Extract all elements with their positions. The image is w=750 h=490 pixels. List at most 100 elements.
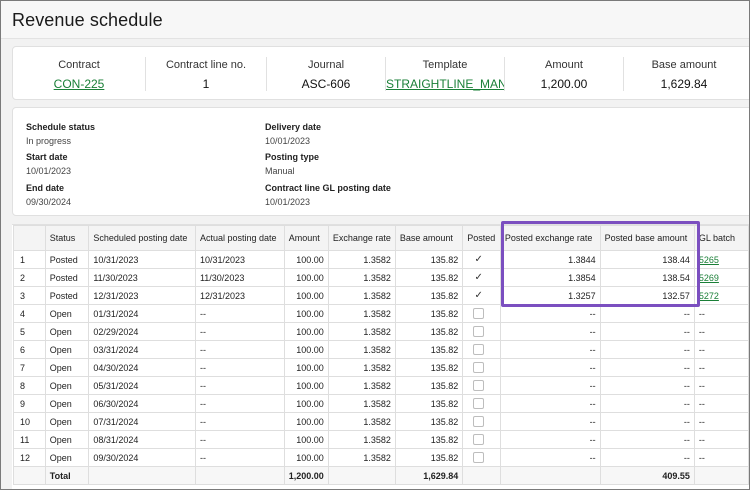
- summary-contract-line: Contract line no. 1: [146, 47, 266, 101]
- contract-line-value: 1: [202, 77, 210, 91]
- scheduled-posting-date-cell: 01/31/2024: [88, 304, 196, 323]
- total-empty: [462, 466, 501, 485]
- table-row[interactable]: 7 Open 04/30/2024 -- 100.00 1.3582 135.82 -- -- -…: [13, 358, 749, 377]
- exchange-rate-cell: 1.3582: [327, 430, 396, 449]
- posted-exchange-rate-cell: --: [499, 340, 601, 359]
- row-index: 3: [13, 286, 46, 305]
- gl-batch-cell: --: [693, 412, 749, 431]
- posted-checkbox[interactable]: [473, 416, 485, 428]
- gl-batch-cell: 5265: [693, 250, 749, 269]
- column-header-amount[interactable]: Amount: [283, 225, 329, 251]
- row-index: 2: [13, 268, 46, 287]
- details-card: Schedule status In progress Start date 1…: [12, 107, 749, 216]
- posted-base-amount-cell: --: [599, 322, 695, 341]
- base-amount-label: Base amount: [651, 59, 717, 71]
- start-date-label: Start date: [26, 152, 68, 162]
- status-cell: Open: [44, 394, 90, 413]
- posted-checkbox[interactable]: [473, 452, 485, 464]
- end-date-value: 09/30/2024: [26, 197, 72, 207]
- base-amount-cell: 135.82: [394, 322, 464, 341]
- table-row[interactable]: 4 Open 01/31/2024 -- 100.00 1.3582 135.82 -- -- -…: [13, 304, 749, 323]
- scheduled-posting-date-cell: 10/31/2023: [88, 250, 196, 269]
- posted-cell: [462, 448, 501, 467]
- posted-cell: [462, 412, 501, 431]
- posted-exchange-rate-cell: --: [499, 358, 601, 377]
- posted-cell: [462, 430, 501, 449]
- column-header-exchange-rate[interactable]: Exchange rate: [327, 225, 396, 251]
- posted-checkbox[interactable]: [473, 434, 485, 446]
- posted-cell: [462, 358, 501, 377]
- posted-base-amount-cell: --: [599, 376, 695, 395]
- gl-batch-link[interactable]: 5272: [699, 291, 719, 301]
- exchange-rate-cell: 1.3582: [327, 304, 396, 323]
- scheduled-posting-date-cell: 02/29/2024: [88, 322, 196, 341]
- scheduled-posting-date-cell: 07/31/2024: [88, 412, 196, 431]
- schedule-status-value: In progress: [26, 136, 72, 146]
- gl-batch-cell: --: [693, 322, 749, 341]
- table-row[interactable]: 12 Open 09/30/2024 -- 100.00 1.3582 135.82 -- --…: [13, 448, 749, 467]
- base-amount-cell: 135.82: [394, 268, 464, 287]
- column-header-posted-exchange-rate[interactable]: Posted exchange rate: [499, 225, 601, 251]
- column-header-index[interactable]: [13, 225, 46, 251]
- column-header-posted[interactable]: Posted: [462, 225, 501, 251]
- table-row[interactable]: 9 Open 06/30/2024 -- 100.00 1.3582 135.82 -- -- -…: [13, 394, 749, 413]
- gl-batch-cell: --: [693, 304, 749, 323]
- actual-posting-date-cell: --: [194, 358, 285, 377]
- table-row[interactable]: 10 Open 07/31/2024 -- 100.00 1.3582 135.82 -- --…: [13, 412, 749, 431]
- exchange-rate-cell: 1.3582: [327, 376, 396, 395]
- contract-link[interactable]: CON-225: [13, 77, 145, 91]
- table-header-row: Status Scheduled posting date Actual posti…: [13, 225, 749, 251]
- contract-line-label: Contract line no.: [165, 59, 247, 71]
- table-row[interactable]: 8 Open 05/31/2024 -- 100.00 1.3582 135.82 -- -- -…: [13, 376, 749, 395]
- posted-checkbox[interactable]: [473, 380, 485, 392]
- table-row[interactable]: 1 Posted 10/31/2023 10/31/2023 100.00 1.3582 1…: [13, 250, 749, 269]
- posted-checkbox[interactable]: [473, 362, 485, 374]
- actual-posting-date-cell: --: [194, 430, 285, 449]
- table-row[interactable]: 3 Posted 12/31/2023 12/31/2023 100.00 1.3582 1…: [13, 286, 749, 305]
- scheduled-posting-date-cell: 08/31/2024: [88, 430, 196, 449]
- gl-batch-cell: --: [693, 448, 749, 467]
- posted-cell: [462, 376, 501, 395]
- amount-cell: 100.00: [283, 250, 329, 269]
- actual-posting-date-cell: --: [194, 412, 285, 431]
- gl-batch-cell: --: [693, 358, 749, 377]
- posted-checkbox[interactable]: [473, 326, 485, 338]
- column-header-scheduled-posting-date[interactable]: Scheduled posting date: [88, 225, 196, 251]
- posted-base-amount-cell: 138.54: [599, 268, 695, 287]
- column-header-base-amount[interactable]: Base amount: [394, 225, 464, 251]
- table-row[interactable]: 2 Posted 11/30/2023 11/30/2023 100.00 1.3582 1…: [13, 268, 749, 287]
- posted-checkbox[interactable]: [473, 308, 485, 320]
- total-empty: [327, 466, 396, 485]
- posted-exchange-rate-cell: --: [499, 304, 601, 323]
- gl-batch-link[interactable]: 5265: [699, 255, 719, 265]
- column-header-actual-posting-date[interactable]: Actual posting date: [194, 225, 285, 251]
- template-link[interactable]: STRAIGHTLINE_MANUA: [386, 77, 504, 91]
- exchange-rate-cell: 1.3582: [327, 448, 396, 467]
- schedule-status-field: Schedule status In progress: [26, 122, 95, 146]
- table-row[interactable]: 5 Open 02/29/2024 -- 100.00 1.3582 135.82 -- -- -…: [13, 322, 749, 341]
- template-label: Template: [422, 59, 468, 71]
- posted-checkbox[interactable]: [473, 344, 485, 356]
- summary-journal: Journal ASC-606: [267, 47, 385, 101]
- exchange-rate-cell: 1.3582: [327, 358, 396, 377]
- row-index: 10: [13, 412, 46, 431]
- gl-batch-cell: --: [693, 376, 749, 395]
- total-base-amount: 1,629.84: [394, 466, 464, 485]
- column-header-status[interactable]: Status: [44, 225, 90, 251]
- table-row[interactable]: 11 Open 08/31/2024 -- 100.00 1.3582 135.82 -- --…: [13, 430, 749, 449]
- row-index: 5: [13, 322, 46, 341]
- end-date-field: End date 09/30/2024: [26, 183, 71, 207]
- base-amount-cell: 135.82: [394, 448, 464, 467]
- exchange-rate-cell: 1.3582: [327, 322, 396, 341]
- column-header-posted-base-amount[interactable]: Posted base amount: [599, 225, 695, 251]
- row-index: 4: [13, 304, 46, 323]
- journal-label: Journal: [307, 59, 345, 71]
- table-row[interactable]: 6 Open 03/31/2024 -- 100.00 1.3582 135.82 -- -- -…: [13, 340, 749, 359]
- column-header-gl-batch[interactable]: GL batch: [693, 225, 749, 251]
- posted-exchange-rate-cell: --: [499, 322, 601, 341]
- posted-base-amount-cell: --: [599, 340, 695, 359]
- end-date-label: End date: [26, 183, 65, 193]
- base-amount-cell: 135.82: [394, 286, 464, 305]
- posted-checkbox[interactable]: [473, 398, 485, 410]
- gl-batch-link[interactable]: 5269: [699, 273, 719, 283]
